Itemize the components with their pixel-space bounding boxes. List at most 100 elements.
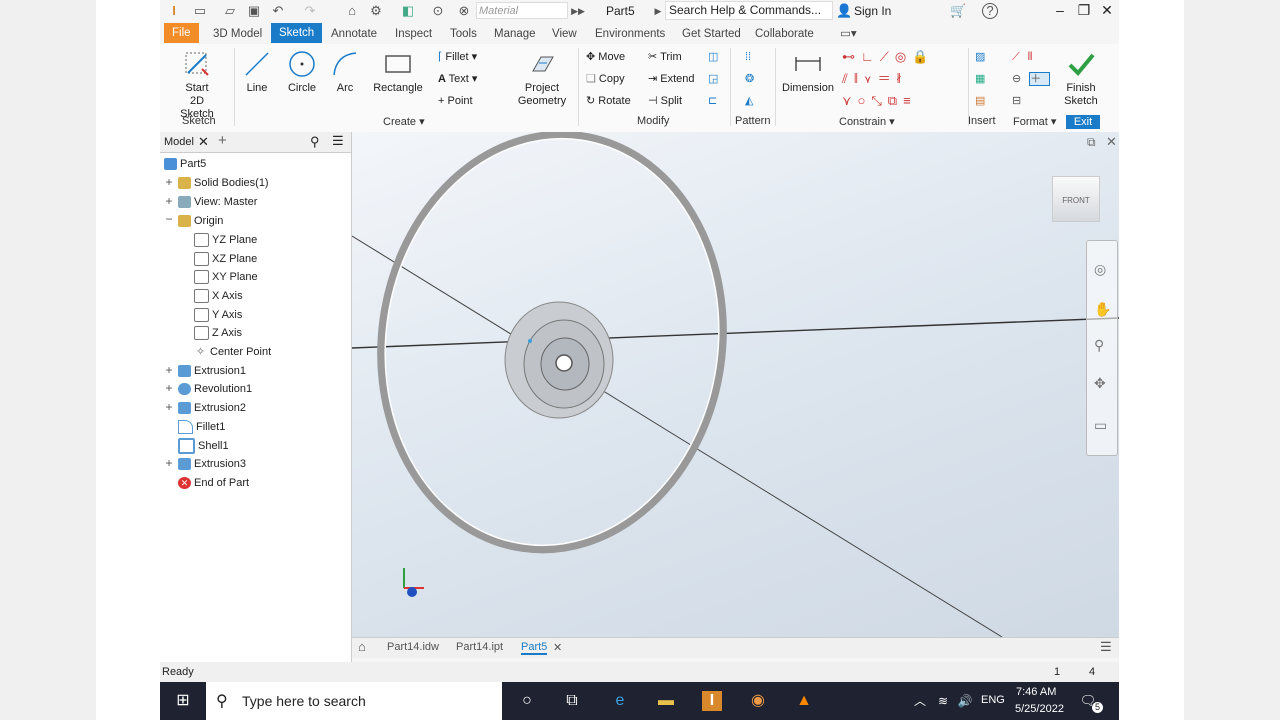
constraint-row-2[interactable]: ⫽∥⋎＝∦ (842, 72, 907, 86)
expand-icon[interactable]: + (164, 381, 174, 395)
home-icon[interactable]: ⌂ (344, 3, 360, 19)
format-row-2[interactable]: ⊖＋ (1012, 72, 1051, 86)
text-button[interactable]: A Text ▾ (438, 72, 477, 86)
copy-button[interactable]: ❏ Copy (586, 72, 625, 86)
sign-in-link[interactable]: Sign In (854, 4, 891, 18)
home-tab-icon[interactable]: ⌂ (358, 639, 366, 654)
restore-icon[interactable]: ❐ (1074, 2, 1094, 19)
clock-time[interactable]: 7:46 AM (1016, 686, 1056, 698)
volume-icon[interactable]: 🔊 (955, 691, 975, 711)
edge-browser-icon[interactable]: e (610, 691, 630, 711)
expand-icon[interactable]: + (164, 363, 174, 377)
point-button[interactable]: + Point (438, 94, 473, 108)
language-indicator[interactable]: ENG (981, 694, 1005, 706)
file-explorer-icon[interactable]: ▬ (656, 691, 676, 711)
constraint-row-1[interactable]: ⊷∟⟋◎🔒 (842, 50, 934, 64)
graphics-window[interactable]: FRONT ⧉ ✕ ◎ ✋ ⚲ ✥ ▭ (352, 132, 1119, 637)
help-search-input[interactable]: Search Help & Commands... (665, 1, 833, 20)
taskbar-search-input[interactable]: Type here to search (206, 682, 502, 720)
dimension-button[interactable]: Dimension (780, 49, 836, 95)
cart-icon[interactable]: 🛒 (950, 3, 966, 19)
tab-view[interactable]: View (552, 25, 577, 43)
trim-button[interactable]: ✂ Trim (648, 50, 682, 64)
clock-date[interactable]: 5/25/2022 (1015, 703, 1064, 715)
close-doc-icon[interactable]: ⊗ (456, 3, 472, 19)
expand-icon[interactable]: + (164, 456, 174, 470)
circle-button[interactable]: Circle (284, 49, 320, 95)
tree-item-z-axis[interactable]: Z Axis (194, 324, 242, 342)
browser-add-icon[interactable]: + (218, 132, 227, 149)
close-view-icon[interactable]: ✕ (1106, 134, 1117, 150)
tree-item-xz-plane[interactable]: XZ Plane (194, 250, 257, 268)
format-row-1[interactable]: ⟋⫴ (1012, 50, 1040, 64)
tree-item-fillet1[interactable]: Fillet1 (178, 418, 225, 436)
view-cube[interactable]: FRONT (1052, 176, 1100, 222)
pan-icon[interactable]: ✋ (1094, 301, 1111, 318)
tab-environments[interactable]: Environments (595, 25, 665, 43)
constraint-row-3[interactable]: ⋎○⤡⧉≡ (842, 94, 917, 108)
tabs-menu-icon[interactable]: ☰ (1100, 639, 1112, 655)
tree-item-part[interactable]: Part5 (164, 155, 206, 173)
collapse-icon[interactable]: − (164, 212, 174, 226)
insert-acad-button[interactable]: ▤ (975, 94, 985, 108)
circular-pattern-button[interactable]: ❂ (745, 72, 754, 86)
tab-3d-model[interactable]: 3D Model (213, 25, 262, 43)
move-button[interactable]: ✥ Move (586, 50, 625, 64)
tab-sketch[interactable]: Sketch (271, 23, 323, 43)
fillet-button[interactable]: ⌈ Fillet ▾ (438, 50, 477, 64)
browser-close-icon[interactable]: ✕ (198, 134, 209, 150)
tab-manage[interactable]: Manage (494, 25, 536, 43)
help-icon[interactable]: ? (982, 3, 998, 19)
tree-item-center-point[interactable]: ✧ Center Point (194, 343, 271, 361)
network-icon[interactable]: ≋ (933, 691, 953, 711)
task-view-icon[interactable]: ⧉ (562, 691, 582, 711)
doc-tab-part14-ipt[interactable]: Part14.ipt (456, 641, 503, 653)
insert-image-button[interactable]: ▨ (975, 50, 985, 64)
tree-item-xy-plane[interactable]: XY Plane (194, 268, 258, 286)
tab-inspect[interactable]: Inspect (395, 25, 432, 43)
tree-item-x-axis[interactable]: X Axis (194, 287, 243, 305)
finish-sketch-button[interactable]: Finish Sketch (1060, 49, 1102, 108)
mirror-button[interactable]: ◭ (745, 94, 753, 108)
tab-collaborate[interactable]: Collaborate (755, 25, 814, 43)
windows-start-icon[interactable]: ⊞ (173, 691, 193, 711)
new-file-icon[interactable]: ▭ (192, 3, 208, 19)
tree-item-shell1[interactable]: Shell1 (178, 437, 229, 455)
browser-tab-model[interactable]: Model (164, 136, 194, 148)
rect-pattern-button[interactable]: ⁞⁞ (745, 50, 751, 64)
tree-item-revolution1[interactable]: Revolution1 (178, 380, 252, 398)
tree-item-end-of-part[interactable]: ✕ End of Part (178, 474, 249, 492)
open-folder-icon[interactable]: ▱ (222, 3, 238, 19)
start-2d-sketch-button[interactable]: Start 2D Sketch (172, 49, 222, 121)
return-icon[interactable]: ◧ (400, 3, 416, 19)
panel-label-constrain[interactable]: Constrain ▾ (839, 115, 895, 128)
app-logo-icon[interactable]: I (166, 3, 182, 19)
cortana-icon[interactable]: ○ (517, 691, 537, 711)
scale-button[interactable]: ◲ (708, 72, 718, 86)
arc-button[interactable]: Arc (330, 49, 360, 95)
tab-file[interactable]: File (164, 23, 199, 43)
tab-annotate[interactable]: Annotate (331, 25, 377, 43)
line-button[interactable]: Line (240, 49, 274, 95)
project-geometry-button[interactable]: Project Geometry (512, 49, 572, 108)
offset-button[interactable]: ◫ (708, 50, 718, 64)
orbit-icon[interactable]: ✥ (1094, 375, 1106, 392)
rectangle-button[interactable]: Rectangle (370, 49, 426, 95)
undo-icon[interactable]: ↶ (270, 3, 286, 19)
tree-item-solid-bodies[interactable]: Solid Bodies(1) (178, 174, 269, 192)
search-icon[interactable]: ⚲ (310, 134, 320, 150)
doc-tab-part14-idw[interactable]: Part14.idw (387, 641, 439, 653)
tray-chevron-icon[interactable]: ︿ (910, 691, 930, 711)
tree-item-extrusion1[interactable]: Extrusion1 (178, 362, 246, 380)
look-at-icon[interactable]: ▭ (1094, 417, 1107, 434)
tree-item-origin[interactable]: Origin (178, 212, 223, 230)
rotate-button[interactable]: ↻ Rotate (586, 94, 631, 108)
expand-icon[interactable]: + (164, 194, 174, 208)
redo-icon[interactable]: ↷ (302, 3, 318, 19)
expand-icon[interactable]: + (164, 400, 174, 414)
expand-icon[interactable]: + (164, 175, 174, 189)
minimize-icon[interactable]: – (1050, 2, 1070, 18)
insert-points-button[interactable]: ▦ (975, 72, 985, 86)
menu-icon[interactable]: ☰ (332, 133, 344, 149)
expand-arrow-icon[interactable]: ▶▶ (570, 3, 586, 19)
